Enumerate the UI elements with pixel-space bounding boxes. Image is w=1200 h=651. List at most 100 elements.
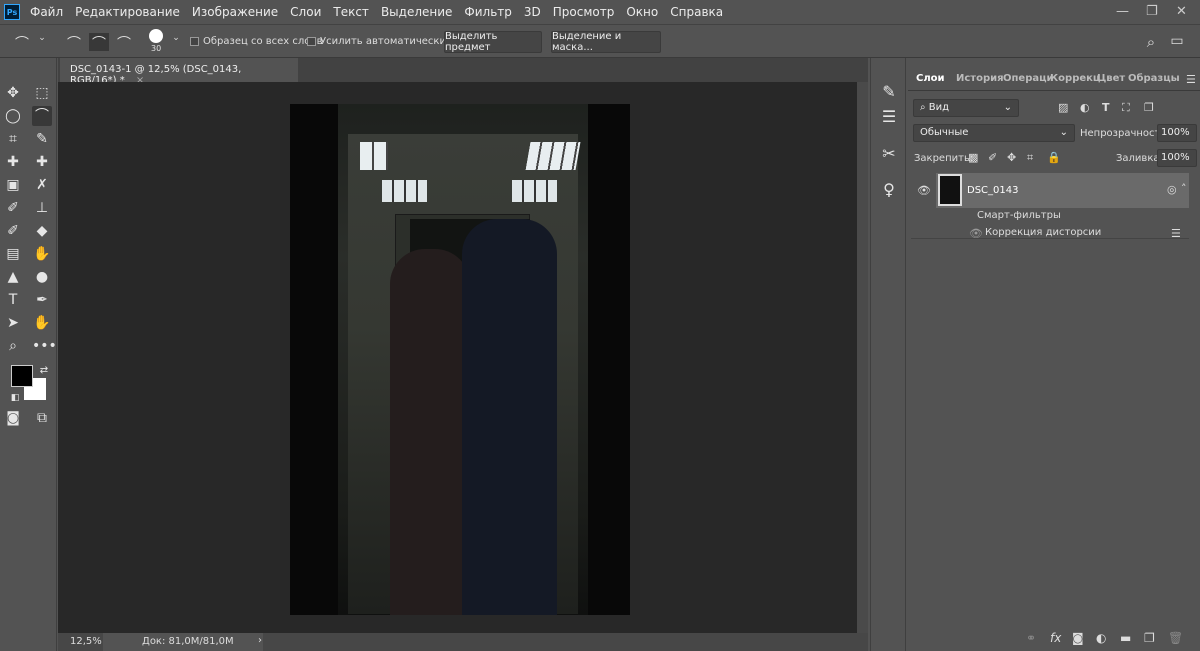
add-to-selection-icon[interactable]: ⌒: [89, 33, 109, 52]
add-mask-icon[interactable]: ◙: [1072, 631, 1084, 645]
gradient-tool-icon[interactable]: ▤: [3, 244, 23, 264]
menu-edit[interactable]: Редактирование: [75, 5, 180, 19]
blend-mode-select[interactable]: Обычные ⌄: [913, 124, 1075, 142]
patch-tool-icon[interactable]: ✚: [32, 152, 52, 172]
pen-tool-icon[interactable]: ✒: [32, 290, 52, 310]
opacity-input[interactable]: 100%: [1157, 124, 1197, 142]
restore-button[interactable]: ❐: [1146, 4, 1158, 19]
lock-position-icon[interactable]: ✥: [1007, 151, 1016, 164]
subtract-selection-icon[interactable]: ⌒: [114, 33, 134, 52]
filter-item-name[interactable]: Коррекция дисторсии: [985, 227, 1101, 238]
eraser-tool-icon[interactable]: ◆: [32, 221, 52, 241]
minimize-button[interactable]: —: [1116, 4, 1129, 19]
brush-preview-icon[interactable]: [149, 29, 163, 43]
path-selection-icon[interactable]: ➤: [3, 313, 23, 333]
screen-mode-icon[interactable]: ⧉: [32, 408, 52, 428]
fill-input[interactable]: 100%: [1157, 149, 1197, 167]
brush-tool-icon[interactable]: ✐: [3, 198, 23, 218]
brush-chevron-icon[interactable]: ⌄: [166, 33, 186, 51]
default-colors-icon[interactable]: ◧: [5, 388, 25, 408]
filter-shape-icon[interactable]: ⛶: [1122, 101, 1130, 115]
fill-label: Заливка:: [1116, 153, 1163, 164]
lock-transparent-icon[interactable]: ▩: [968, 151, 978, 164]
chevron-down-icon[interactable]: ⌄: [32, 33, 52, 51]
zoom-level[interactable]: 12,5%: [70, 636, 102, 647]
new-selection-icon[interactable]: ⌒: [64, 33, 84, 52]
brush-presets-icon[interactable]: ☰: [875, 103, 903, 131]
quick-selection-preset-icon[interactable]: ⌒: [12, 33, 32, 52]
filter-type-icon[interactable]: T: [1102, 101, 1110, 114]
crop-tool-icon[interactable]: ⌗: [3, 129, 23, 149]
frame-tool-icon[interactable]: ▣: [3, 175, 23, 195]
auto-enhance-checkbox[interactable]: [307, 37, 316, 46]
foreground-color-swatch[interactable]: [11, 365, 33, 387]
visibility-eye-icon[interactable]: 👁: [917, 184, 931, 197]
fx-icon[interactable]: fx: [1050, 631, 1061, 645]
expand-chevron-icon[interactable]: ˄: [1181, 182, 1187, 195]
layer-name[interactable]: DSC_0143: [967, 185, 1018, 196]
menu-type[interactable]: Текст: [333, 5, 369, 19]
tab-layers[interactable]: Слои: [911, 68, 950, 90]
lock-image-icon[interactable]: ✐: [988, 151, 997, 164]
move-tool-icon[interactable]: ✥: [3, 83, 23, 103]
quick-mask-icon[interactable]: ◙: [3, 408, 23, 428]
lock-all-icon[interactable]: 🔒: [1047, 151, 1061, 164]
menu-help[interactable]: Справка: [670, 5, 723, 19]
select-subject-button[interactable]: Выделить предмет: [444, 31, 542, 53]
menu-image[interactable]: Изображение: [192, 5, 278, 19]
filter-pixel-icon[interactable]: ▨: [1058, 101, 1068, 114]
filter-adjustment-icon[interactable]: ◐: [1080, 101, 1090, 114]
eyedropper-tool-icon[interactable]: ✎: [32, 129, 52, 149]
more-tools-icon[interactable]: •••: [32, 336, 57, 356]
marquee-tool-icon[interactable]: ⬚: [32, 83, 52, 103]
filter-visibility-icon[interactable]: 👁: [969, 227, 983, 240]
stamp-tool-icon[interactable]: ⊥: [32, 198, 52, 218]
menu-select[interactable]: Выделение: [381, 5, 452, 19]
sample-all-layers-label: Образец со всех слоев: [203, 36, 323, 47]
new-layer-icon[interactable]: ❐: [1144, 631, 1155, 645]
menu-window[interactable]: Окно: [626, 5, 658, 19]
options-bar: ⌒ ⌄ ⌒ ⌒ ⌒ 30 ⌄ Образец со всех слоев Уси…: [0, 24, 1200, 58]
menu-view[interactable]: Просмотр: [553, 5, 615, 19]
tab-swatches[interactable]: Образцы: [1123, 68, 1185, 90]
tool-presets-icon[interactable]: ✂: [875, 140, 903, 168]
document-image[interactable]: [290, 104, 630, 615]
document-tabs: DSC_0143-1 @ 12,5% (DSC_0143, RGB/16*) *…: [58, 58, 868, 86]
delete-layer-icon[interactable]: 🗑: [1168, 631, 1183, 645]
swap-colors-icon[interactable]: ⇄: [34, 361, 54, 381]
filter-smart-object-icon[interactable]: ❐: [1144, 101, 1154, 114]
lasso-tool-icon[interactable]: ◯: [3, 106, 23, 126]
status-menu-arrow[interactable]: ›: [258, 635, 262, 646]
zoom-tool-icon[interactable]: ⌕: [3, 336, 23, 356]
menu-layer[interactable]: Слои: [290, 5, 321, 19]
menu-filter[interactable]: Фильтр: [464, 5, 511, 19]
adjustment-layer-icon[interactable]: ◐: [1096, 631, 1106, 645]
content-aware-move-icon[interactable]: ✗: [32, 175, 52, 195]
dodge-tool-icon[interactable]: ●: [32, 267, 52, 287]
workspace-icon[interactable]: ▭: [1167, 33, 1187, 51]
group-folder-icon[interactable]: ▬: [1120, 631, 1131, 645]
sharpen-tool-icon[interactable]: ▲: [3, 267, 23, 287]
quick-selection-tool-icon[interactable]: ⌒: [32, 106, 52, 126]
menu-3d[interactable]: 3D: [524, 5, 541, 19]
link-layers-icon[interactable]: ⚭: [1026, 631, 1036, 645]
search-icon[interactable]: ⌕: [1141, 33, 1161, 51]
history-brush-icon[interactable]: ✐: [3, 221, 23, 241]
lock-artboard-icon[interactable]: ⌗: [1027, 151, 1033, 165]
sample-all-layers-checkbox[interactable]: [190, 37, 199, 46]
layer-row[interactable]: 👁 DSC_0143 ◎ ˄ Смарт-фильтры 👁 Коррекция…: [911, 173, 1189, 240]
menu-file[interactable]: Файл: [30, 5, 63, 19]
blur-tool-icon[interactable]: ✋: [32, 244, 52, 264]
vertical-scrollbar[interactable]: [857, 82, 868, 633]
document-tab[interactable]: DSC_0143-1 @ 12,5% (DSC_0143, RGB/16*) *…: [60, 58, 298, 86]
close-window-button[interactable]: ✕: [1176, 4, 1187, 19]
select-and-mask-button[interactable]: Выделение и маска...: [551, 31, 661, 53]
hand-tool-icon[interactable]: ✋: [32, 313, 52, 333]
brush-settings-icon[interactable]: ✎: [875, 78, 903, 106]
panel-menu-icon[interactable]: ☰: [1186, 73, 1196, 86]
filter-blending-options-icon[interactable]: ☰: [1171, 227, 1181, 240]
healing-brush-icon[interactable]: ✚: [3, 152, 23, 172]
layer-filter-select[interactable]: ⌕ Вид ⌄: [913, 99, 1019, 117]
learn-icon[interactable]: ♀: [875, 176, 903, 204]
type-tool-icon[interactable]: T: [3, 290, 23, 310]
